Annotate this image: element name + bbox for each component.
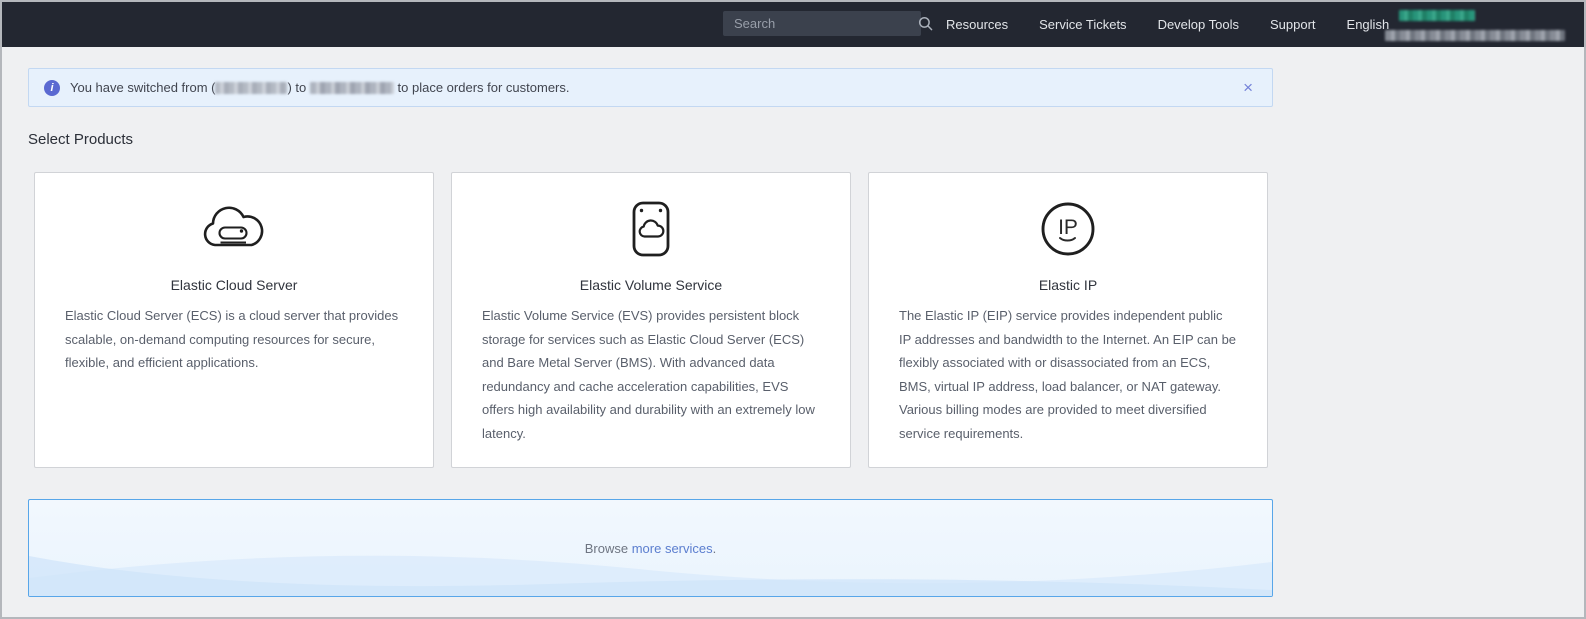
product-card-row: Elastic Cloud Server Elastic Cloud Serve… [34,172,1268,468]
card-description: Elastic Volume Service (EVS) provides pe… [452,304,850,445]
search-icon[interactable] [918,11,933,36]
account-name-redacted [1399,10,1475,21]
nav-service-tickets[interactable]: Service Tickets [1039,17,1126,32]
card-title: Elastic IP [869,277,1267,293]
svg-text:IP: IP [1058,216,1078,239]
eip-ip-icon: IP [869,200,1267,258]
top-navbar: Resources Service Tickets Develop Tools … [2,2,1584,47]
card-title: Elastic Volume Service [452,277,850,293]
account-detail-redacted [1385,30,1565,41]
nav-resources[interactable]: Resources [946,17,1008,32]
account-menu[interactable] [1385,8,1575,46]
nav-develop-tools[interactable]: Develop Tools [1158,17,1239,32]
target-account-redacted [310,82,394,94]
card-elastic-volume-service[interactable]: Elastic Volume Service Elastic Volume Se… [451,172,851,468]
notice-text: You have switched from () to to place or… [70,80,570,95]
navbar-links: Resources Service Tickets Develop Tools … [946,2,1389,47]
search-input[interactable] [723,16,918,31]
card-elastic-cloud-server[interactable]: Elastic Cloud Server Elastic Cloud Serve… [34,172,434,468]
nav-support[interactable]: Support [1270,17,1316,32]
more-services-link[interactable]: more services [632,541,713,556]
console-window: Resources Service Tickets Develop Tools … [0,0,1586,619]
card-description: The Elastic IP (EIP) service provides in… [869,304,1267,445]
page-title: Select Products [28,131,133,148]
nav-language-english[interactable]: English [1347,17,1390,32]
switch-notice-banner: i You have switched from () to to place … [28,68,1273,107]
evs-volume-icon [452,200,850,258]
close-icon[interactable]: × [1239,77,1257,98]
ecs-cloud-server-icon [35,200,433,258]
card-title: Elastic Cloud Server [35,277,433,293]
source-account-redacted [215,82,287,94]
card-elastic-ip[interactable]: IP Elastic IP The Elastic IP (EIP) servi… [868,172,1268,468]
browse-more-text: Browse more services. [585,541,717,556]
card-description: Elastic Cloud Server (ECS) is a cloud se… [35,304,433,375]
info-icon: i [44,80,60,96]
search-box[interactable] [723,11,921,36]
more-services-banner: Browse more services. [28,499,1273,597]
